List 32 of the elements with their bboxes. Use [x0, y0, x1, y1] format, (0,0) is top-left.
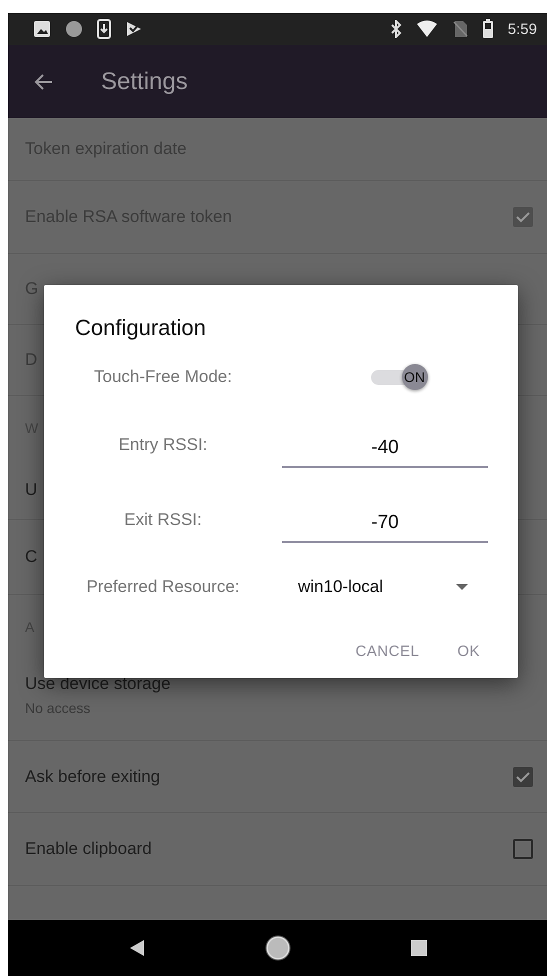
field-label: Touch-Free Mode:: [94, 367, 232, 387]
checkbox[interactable]: [513, 766, 533, 786]
field-label: Preferred Resource:: [86, 577, 240, 597]
field-label: Entry RSSI:: [118, 434, 208, 454]
check-icon: [516, 211, 530, 223]
recents-square-icon: [410, 939, 428, 957]
home-circle-icon: [264, 935, 290, 961]
checkbox[interactable]: [513, 839, 533, 859]
back-triangle-icon: [128, 939, 146, 957]
toggle-switch[interactable]: ON: [370, 364, 428, 390]
field-label: Exit RSSI:: [124, 510, 202, 530]
no-sim-icon: [452, 20, 468, 38]
dropdown-caret-icon: [456, 584, 468, 590]
bluetooth-icon: [390, 20, 402, 38]
flag-icon: [125, 20, 143, 38]
screen-title: Settings: [101, 68, 188, 96]
resource-dropdown[interactable]: win10-local: [282, 569, 488, 605]
input-field[interactable]: -70: [282, 504, 488, 542]
setting-title: Use device storage: [25, 674, 172, 694]
input-field[interactable]: -40: [282, 430, 488, 468]
setting-title: Enable clipboard: [25, 839, 153, 859]
battery-icon: [482, 19, 494, 39]
check-icon: [516, 770, 530, 782]
dialog-title: Configuration: [75, 315, 206, 341]
clock-time: 5:59: [508, 20, 537, 38]
setting-title: Ask before exiting: [25, 766, 162, 786]
circle-icon: [65, 20, 83, 38]
setting-title: C: [25, 547, 38, 567]
setting-title: U: [25, 480, 38, 500]
phone-download-icon: [97, 19, 111, 39]
wifi-icon: [416, 20, 438, 38]
image-icon: [33, 20, 51, 38]
